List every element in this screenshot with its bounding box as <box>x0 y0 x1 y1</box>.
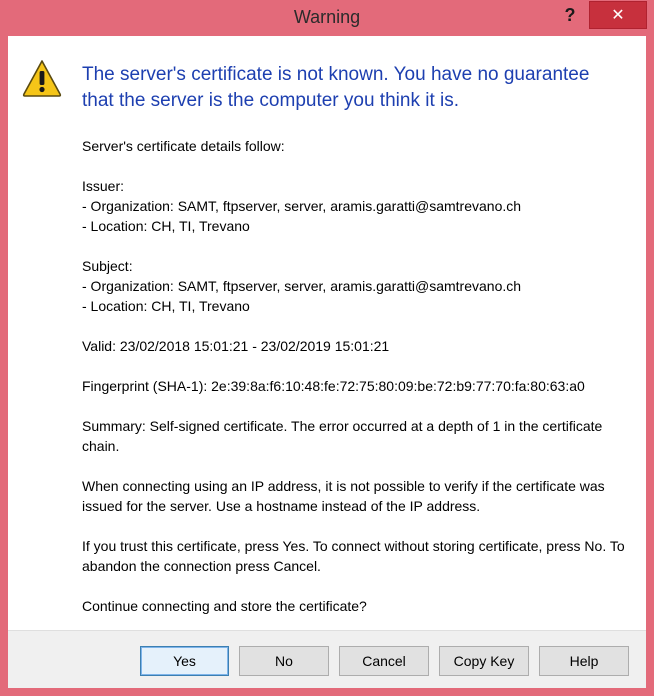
close-button[interactable]: ✕ <box>589 1 647 29</box>
yes-button[interactable]: Yes <box>140 646 229 676</box>
issuer-organization: - Organization: SAMT, ftpserver, server,… <box>82 198 522 214</box>
trust-note-text: If you trust this certificate, press Yes… <box>82 538 625 574</box>
warning-dialog: Warning ? ✕ The server's certificate is … <box>0 0 654 696</box>
help-title-button[interactable]: ? <box>551 1 589 29</box>
fingerprint-text: Fingerprint (SHA-1): 2e:39:8a:f6:10:48:f… <box>82 378 585 394</box>
dialog-message: Server's certificate details follow: Iss… <box>82 136 627 636</box>
title-bar[interactable]: Warning ? ✕ <box>0 0 654 36</box>
warning-icon <box>22 60 62 97</box>
subject-organization: - Organization: SAMT, ftpserver, server,… <box>82 278 522 294</box>
dialog-headline: The server's certificate is not known. Y… <box>82 64 590 111</box>
question-text: Continue connecting and store the certif… <box>82 598 367 614</box>
copy-key-button[interactable]: Copy Key <box>439 646 529 676</box>
subject-location: - Location: CH, TI, Trevano <box>82 298 250 314</box>
help-button[interactable]: Help <box>539 646 629 676</box>
details-intro: Server's certificate details follow: <box>82 138 285 154</box>
subject-block: Subject: - Organization: SAMT, ftpserver,… <box>82 256 627 316</box>
no-button[interactable]: No <box>239 646 329 676</box>
validity-text: Valid: 23/02/2018 15:01:21 - 23/02/2019 … <box>82 338 390 354</box>
subject-heading: Subject: <box>82 258 133 274</box>
issuer-heading: Issuer: <box>82 178 125 194</box>
issuer-location: - Location: CH, TI, Trevano <box>82 218 250 234</box>
ip-note-text: When connecting using an IP address, it … <box>82 478 605 514</box>
summary-text: Summary: Self-signed certificate. The er… <box>82 418 603 454</box>
issuer-block: Issuer: - Organization: SAMT, ftpserver, … <box>82 176 627 236</box>
cancel-button[interactable]: Cancel <box>339 646 429 676</box>
